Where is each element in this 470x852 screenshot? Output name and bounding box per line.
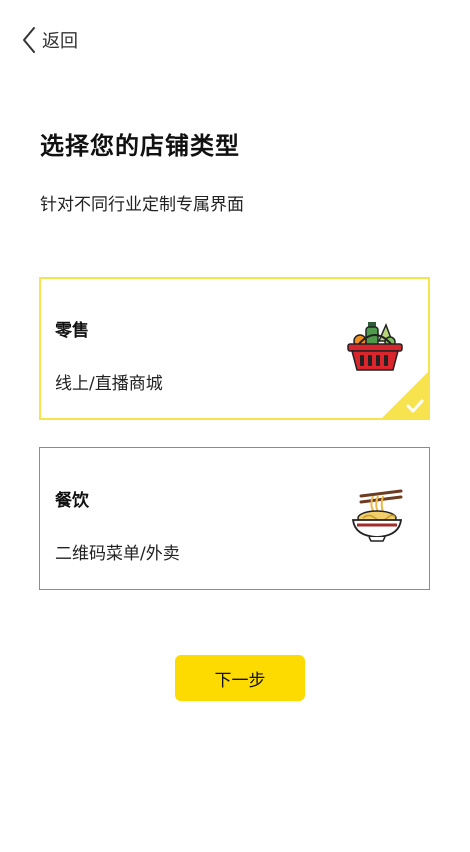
store-type-description: 二维码菜单/外卖 (55, 544, 180, 564)
store-type-title: 零售 (55, 321, 89, 341)
store-type-card-retail[interactable]: 零售 线上/直播商城 (39, 277, 430, 420)
noodle-bowl-icon (349, 488, 405, 544)
chevron-left-icon (22, 26, 36, 54)
selected-check-icon (381, 371, 428, 418)
next-step-button[interactable]: 下一步 (175, 655, 305, 701)
page-title: 选择您的店铺类型 (40, 132, 240, 160)
store-type-description: 线上/直播商城 (55, 374, 163, 394)
store-type-title: 餐饮 (55, 491, 89, 511)
page-subtitle: 针对不同行业定制专属界面 (40, 195, 244, 215)
back-label: 返回 (42, 31, 78, 52)
shopping-basket-icon (346, 319, 404, 373)
store-type-card-food[interactable]: 餐饮 二维码菜单/外卖 (39, 447, 430, 590)
back-button[interactable]: 返回 (22, 26, 78, 54)
